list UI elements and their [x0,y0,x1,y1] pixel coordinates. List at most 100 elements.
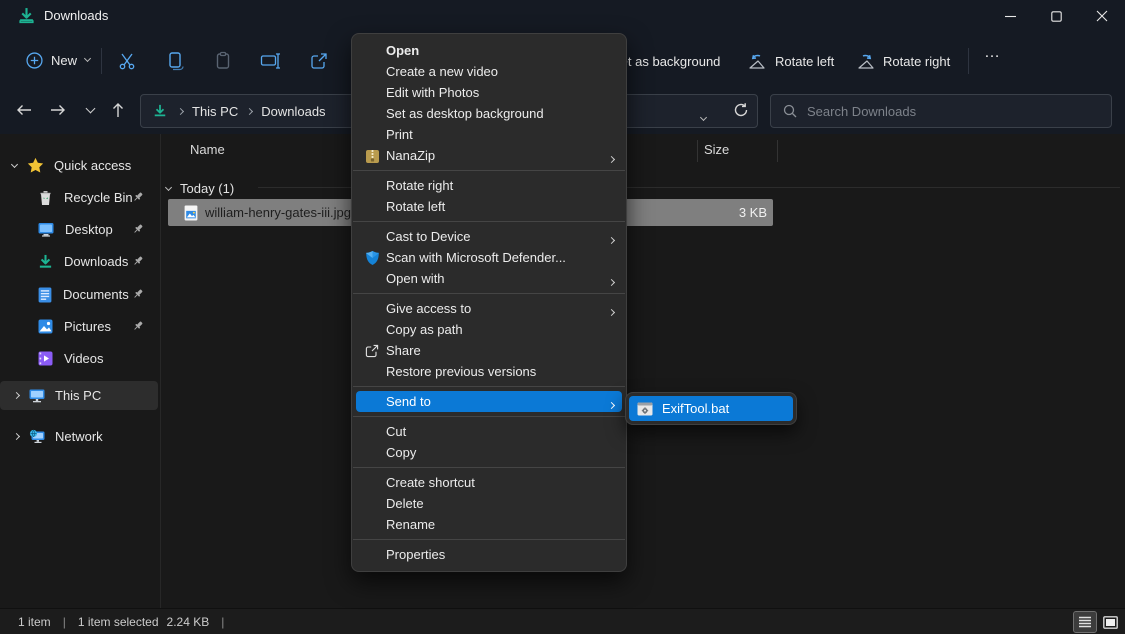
menu-item-share[interactable]: Share [352,340,626,361]
breadcrumb-downloads[interactable]: Downloads [257,104,329,119]
sidebar-item-this-pc[interactable]: This PC [0,381,158,410]
downloads-icon [38,254,53,269]
menu-item-scan-with-microsoft-defender[interactable]: Scan with Microsoft Defender... [352,247,626,268]
menu-separator [353,170,625,171]
chevron-down-icon [85,103,95,113]
back-icon [16,104,32,116]
forward-button[interactable] [42,94,74,126]
menu-item-delete[interactable]: Delete [352,493,626,514]
nanazip-icon [363,147,381,165]
defender-shield-icon [363,249,381,267]
thumbnail-view-button[interactable] [1099,612,1121,632]
sidebar-item-quick-access[interactable]: Quick access [0,151,158,180]
new-plus-icon [26,52,43,69]
downloads-icon [18,7,35,24]
address-dropdown-button[interactable] [701,108,706,123]
status-selection: 1 item selected [78,615,159,629]
menu-item-set-as-desktop-background[interactable]: Set as desktop background [352,103,626,124]
menu-item-rename[interactable]: Rename [352,514,626,535]
status-item-count: 1 item [18,615,51,629]
up-icon [112,102,124,118]
chevron-right-icon [242,109,257,114]
videos-icon [38,351,53,366]
pin-icon [132,191,144,203]
submenu-arrow-icon [609,231,614,246]
sidebar-item-desktop[interactable]: Desktop [0,215,158,244]
sidebar-item-pictures[interactable]: Pictures [0,312,158,341]
sidebar-item-recycle-bin[interactable]: Recycle Bin [0,183,158,212]
submenu-arrow-icon [609,303,614,318]
breadcrumb-this-pc[interactable]: This PC [188,104,242,119]
forward-icon [50,104,66,116]
menu-item-nanazip[interactable]: NanaZip [352,145,626,166]
menu-item-cut[interactable]: Cut [352,421,626,442]
rotate-right-icon [856,52,875,70]
rotate-left-button[interactable]: Rotate left [748,47,834,75]
menu-item-properties[interactable]: Properties [352,544,626,565]
documents-icon [38,287,52,303]
menu-separator [353,416,625,417]
menu-item-open[interactable]: Open [352,40,626,61]
menu-item-edit-with-photos[interactable]: Edit with Photos [352,82,626,103]
status-divider: | [221,615,224,629]
chevron-down-icon [165,183,172,190]
paste-button[interactable] [210,48,236,74]
details-view-button[interactable] [1074,612,1096,632]
menu-item-open-with[interactable]: Open with [352,268,626,289]
new-button[interactable]: New [14,43,102,77]
copy-button[interactable] [162,48,188,74]
group-header-today[interactable]: Today (1) [166,178,234,198]
search-input[interactable] [807,104,1077,119]
context-menu: Open Create a new video Edit with Photos… [351,33,627,572]
menu-item-copy-as-path[interactable]: Copy as path [352,319,626,340]
column-header-size[interactable]: Size [704,142,729,157]
submenu-arrow-icon [609,150,614,165]
menu-separator [353,467,625,468]
menu-item-print[interactable]: Print [352,124,626,145]
sidebar-item-downloads[interactable]: Downloads [0,247,158,276]
file-list: Name Size Today (1) william-henry-gates-… [161,134,1125,608]
refresh-button[interactable] [733,102,749,118]
pictures-icon [38,319,53,334]
menu-item-create-shortcut[interactable]: Create shortcut [352,472,626,493]
menu-item-give-access-to[interactable]: Give access to [352,298,626,319]
share-button[interactable] [306,48,332,74]
recycle-bin-icon [38,190,53,206]
menu-item-copy[interactable]: Copy [352,442,626,463]
up-button[interactable] [102,94,134,126]
back-button[interactable] [8,94,40,126]
column-divider[interactable] [777,140,778,162]
menu-item-create-a-new-video[interactable]: Create a new video [352,61,626,82]
submenu-arrow-icon [609,273,614,288]
thumbnail-view-icon [1103,616,1118,629]
rotate-right-button[interactable]: Rotate right [856,47,950,75]
sidebar-item-network[interactable]: Network [0,422,158,451]
column-divider[interactable] [697,140,698,162]
menu-item-restore-previous-versions[interactable]: Restore previous versions [352,361,626,382]
toolbar-divider [968,48,969,74]
sidebar-item-videos[interactable]: Videos [0,344,158,373]
new-button-label: New [51,53,77,68]
cut-button[interactable] [114,48,140,74]
pin-icon [132,320,144,332]
submenu-item-exiftool-bat[interactable]: ExifTool.bat [629,396,793,421]
maximize-button[interactable] [1033,0,1079,32]
status-divider: | [63,615,66,629]
more-options-button[interactable]: … [984,44,1001,62]
search-box[interactable] [770,94,1112,128]
column-header-name[interactable]: Name [190,142,225,157]
submenu-arrow-icon [609,396,614,411]
network-icon [29,429,45,444]
close-button[interactable] [1079,0,1125,32]
menu-item-send-to[interactable]: Send to [356,391,622,412]
sidebar-item-documents[interactable]: Documents [0,280,158,309]
menu-item-rotate-right[interactable]: Rotate right [352,175,626,196]
status-selection-size: 2.24 KB [167,615,210,629]
cut-icon [117,51,137,71]
menu-item-cast-to-device[interactable]: Cast to Device [352,226,626,247]
minimize-button[interactable] [987,0,1033,32]
menu-item-rotate-left[interactable]: Rotate left [352,196,626,217]
status-bar: 1 item | 1 item selected 2.24 KB | [0,608,1125,634]
file-size: 3 KB [739,205,767,220]
rename-button[interactable] [258,48,284,74]
